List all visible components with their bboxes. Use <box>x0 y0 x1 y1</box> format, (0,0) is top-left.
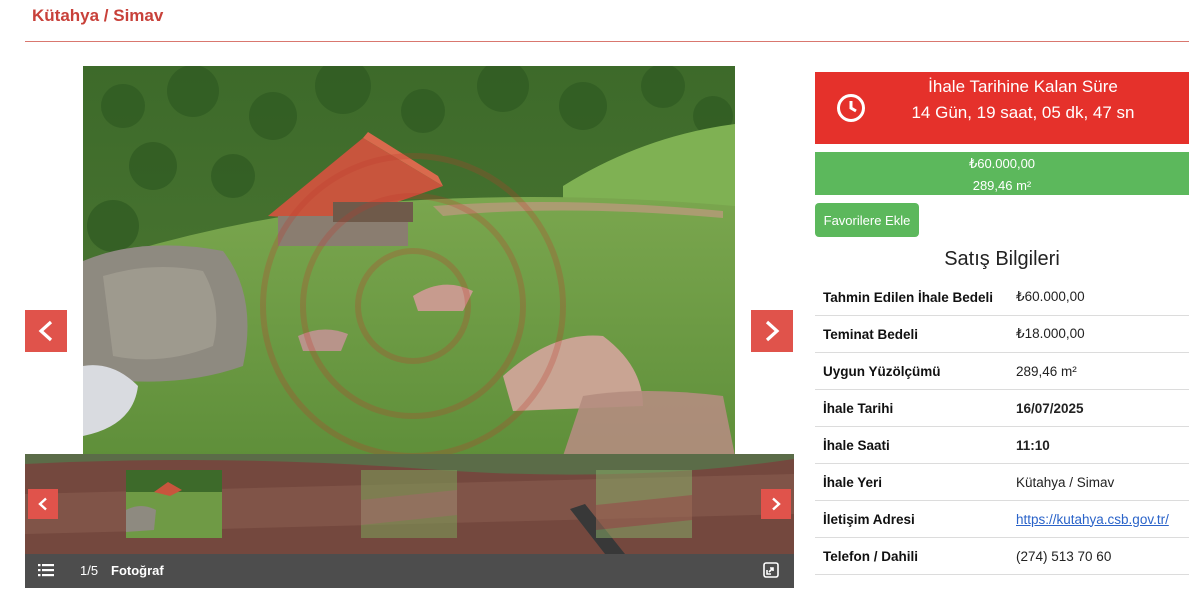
sale-info-title: Satış Bilgileri <box>944 248 1060 270</box>
row-value: 11:10 <box>1008 426 1189 464</box>
row-value: ₺18.000,00 <box>1008 315 1189 353</box>
gallery-prev-button[interactable] <box>25 310 67 352</box>
row-label: İhale Saati <box>815 426 1008 464</box>
sale-info-table: Tahmin Edilen İhale Bedeli ₺60.000,00 Te… <box>815 279 1189 575</box>
row-value: Kütahya / Simav <box>1008 463 1189 501</box>
thumbnail-1-image <box>126 470 222 538</box>
table-row: İhale Yeri Kütahya / Simav <box>815 463 1189 501</box>
title-divider <box>25 41 1189 42</box>
table-row: İhale Saati 11:10 <box>815 426 1189 464</box>
photo-counter: 1/5 <box>80 563 99 578</box>
page-title: Kütahya / Simav <box>32 6 164 25</box>
table-row: Uygun Yüzölçümü 289,46 m² <box>815 352 1189 390</box>
main-photo[interactable] <box>83 66 735 456</box>
table-row: İletişim Adresi https://kutahya.csb.gov.… <box>815 500 1189 538</box>
row-label: Telefon / Dahili <box>815 537 1008 575</box>
thumbnail-2-image <box>361 470 457 538</box>
row-label: İletişim Adresi <box>815 500 1008 538</box>
gallery-toolbar: 1/5 Fotoğraf <box>25 554 794 588</box>
thumbnail-3-image <box>596 470 692 538</box>
thumbnail-3[interactable] <box>596 470 692 538</box>
contact-link[interactable]: https://kutahya.csb.gov.tr/ <box>1016 512 1169 527</box>
table-row: İhale Tarihi 16/07/2025 <box>815 389 1189 427</box>
thumbnail-prev-button[interactable] <box>28 489 58 519</box>
photo-label: Fotoğraf <box>111 563 164 578</box>
gallery-next-button[interactable] <box>751 310 793 352</box>
chevron-left-icon <box>38 497 47 511</box>
row-label: Uygun Yüzölçümü <box>815 352 1008 390</box>
table-row: Tahmin Edilen İhale Bedeli ₺60.000,00 <box>815 279 1189 316</box>
row-label: Teminat Bedeli <box>815 315 1008 353</box>
thumbnail-next-button[interactable] <box>761 489 791 519</box>
expand-icon[interactable] <box>763 562 779 581</box>
chevron-right-icon <box>765 320 780 342</box>
row-value: 16/07/2025 <box>1008 389 1189 427</box>
chevron-left-icon <box>38 320 53 342</box>
table-row: Teminat Bedeli ₺18.000,00 <box>815 315 1189 353</box>
main-photo-image <box>83 66 735 456</box>
countdown-value: 14 Gün, 19 saat, 05 dk, 47 sn <box>911 103 1135 122</box>
row-label: İhale Yeri <box>815 463 1008 501</box>
countdown-title: İhale Tarihine Kalan Süre <box>928 77 1118 96</box>
thumbnail-2[interactable] <box>361 470 457 538</box>
price-value: ₺60.000,00 <box>968 156 1036 171</box>
thumbnail-strip <box>25 454 794 554</box>
countdown-box: İhale Tarihine Kalan Süre 14 Gün, 19 saa… <box>815 72 1189 144</box>
thumbnail-1[interactable] <box>126 470 222 538</box>
area-value: 289,46 m² <box>972 178 1032 193</box>
photo-gallery: 1/5 Fotoğraf <box>25 66 794 588</box>
add-to-favorites-button[interactable]: Favorilere Ekle <box>815 203 919 237</box>
row-label: Tahmin Edilen İhale Bedeli <box>815 279 1008 316</box>
row-label: İhale Tarihi <box>815 389 1008 427</box>
list-icon[interactable] <box>38 563 54 580</box>
row-value: ₺60.000,00 <box>1008 279 1189 316</box>
row-value: 289,46 m² <box>1008 352 1189 390</box>
table-row: Telefon / Dahili (274) 513 70 60 <box>815 537 1189 575</box>
price-box: ₺60.000,00 289,46 m² <box>815 152 1189 195</box>
row-value: (274) 513 70 60 <box>1008 537 1189 575</box>
row-value: https://kutahya.csb.gov.tr/ <box>1008 500 1189 538</box>
chevron-right-icon <box>772 497 781 511</box>
